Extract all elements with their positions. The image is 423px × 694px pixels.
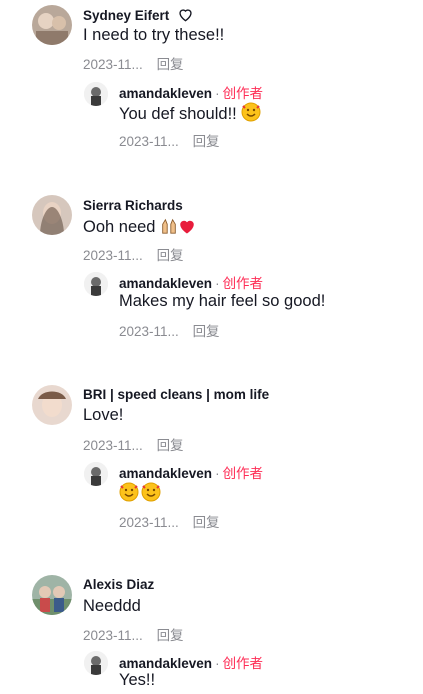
comment-text: Ooh need (83, 217, 196, 237)
reply-button[interactable]: 回复 (157, 438, 184, 453)
avatar[interactable] (32, 575, 72, 615)
comment-text: Love! (83, 406, 124, 424)
reply-meta: 2023-11... 回复 (119, 130, 220, 150)
comment-date: 2023-11... (83, 57, 143, 72)
avatar[interactable] (32, 195, 72, 235)
comment-meta: 2023-11... 回复 (83, 53, 184, 73)
reply-button[interactable]: 回复 (157, 248, 184, 263)
creator-badge: 创作者 (222, 656, 264, 671)
reply-text (119, 482, 161, 504)
reply-date: 2023-11... (119, 134, 179, 149)
reply-button[interactable]: 回复 (157, 57, 184, 72)
comment-text: I need to try these!! (83, 26, 225, 44)
comment-username[interactable]: Alexis Diaz (83, 577, 154, 592)
comment-username[interactable]: BRI | speed cleans | mom life (83, 387, 269, 402)
red-heart-emoji (180, 220, 194, 234)
creator-avatar[interactable] (84, 82, 108, 106)
creator-badge: 创作者 (222, 276, 264, 291)
avatar[interactable] (32, 5, 72, 45)
comment-username[interactable]: Sierra Richards (83, 198, 183, 213)
reply-date: 2023-11... (119, 515, 179, 530)
reply-username[interactable]: amandakleven · 创作者 (119, 272, 263, 292)
smiling-face-with-hearts-emoji (119, 482, 139, 502)
comment-date: 2023-11... (83, 628, 143, 643)
reply-button[interactable]: 回复 (193, 515, 220, 530)
comment-username[interactable]: Sydney Eifert (83, 7, 194, 23)
comment-text: Needdd (83, 597, 141, 615)
comment-meta: 2023-11... 回复 (83, 244, 184, 264)
comment-date: 2023-11... (83, 438, 143, 453)
comment-meta: 2023-11... 回复 (83, 624, 184, 644)
reply-button[interactable]: 回复 (193, 134, 220, 149)
reply-button[interactable]: 回复 (157, 628, 184, 643)
reply-text: You def should!! (119, 102, 261, 124)
creator-badge: 创作者 (222, 86, 264, 101)
comment-date: 2023-11... (83, 248, 143, 263)
reply-text: Makes my hair feel so good! (119, 292, 326, 310)
reply-meta: 2023-11... 回复 (119, 511, 220, 531)
avatar[interactable] (32, 385, 72, 425)
reply-username[interactable]: amandakleven · 创作者 (119, 462, 263, 482)
smiling-face-with-hearts-emoji (241, 102, 261, 122)
creator-avatar[interactable] (84, 462, 108, 486)
reply-text: Yes!! (119, 671, 156, 689)
comment-meta: 2023-11... 回复 (83, 434, 184, 454)
heart-outline-icon[interactable] (177, 7, 194, 22)
smiling-face-with-hearts-emoji (141, 482, 161, 502)
reply-meta: 2023-11... 回复 (119, 320, 220, 340)
reply-button[interactable]: 回复 (193, 324, 220, 339)
creator-badge: 创作者 (222, 466, 264, 481)
creator-avatar[interactable] (84, 272, 108, 296)
reply-date: 2023-11... (119, 324, 179, 339)
reply-username[interactable]: amandakleven · 创作者 (119, 82, 263, 102)
creator-avatar[interactable] (84, 651, 108, 675)
raising-hands-emoji (162, 218, 176, 234)
reply-username[interactable]: amandakleven · 创作者 (119, 652, 263, 672)
